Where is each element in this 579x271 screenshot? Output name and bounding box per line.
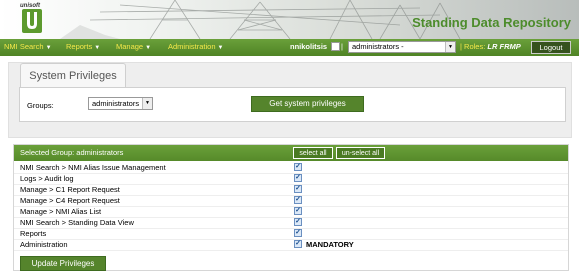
nav-manage-label: Manage [116, 42, 144, 51]
nav-nmi-search-label: NMI Search [4, 42, 44, 51]
edit-profile-icon[interactable] [331, 42, 340, 51]
get-system-privileges-button[interactable]: Get system privileges [251, 96, 364, 112]
privileges-table-header: Selected Group: administrators select al… [14, 145, 568, 161]
privilege-name: Manage > NMI Alias List [20, 207, 102, 216]
privilege-name: Manage > C1 Report Request [20, 185, 120, 194]
privilege-name: NMI Search > NMI Alias Issue Management [20, 163, 166, 172]
chevron-down-icon: ▼ [45, 45, 52, 51]
selected-group-title: Selected Group: administrators [20, 148, 124, 157]
privilege-checkbox[interactable]: ✓ [294, 229, 302, 237]
group-filter-box: Groups: administrators ▼ Get system priv… [19, 87, 566, 122]
privilege-row: Administration ✓ MANDATORY [14, 239, 568, 251]
nav-separator: | [341, 42, 343, 51]
logout-button[interactable]: Logout [531, 41, 571, 54]
app-title: Standing Data Repository [412, 15, 571, 30]
unisoft-logo: unisoft [20, 3, 46, 35]
privileges-table: Selected Group: administrators select al… [13, 144, 569, 271]
privilege-checkbox[interactable]: ✓ [294, 174, 302, 182]
username: nnikolitsis [290, 42, 328, 51]
privilege-name: Reports [20, 229, 47, 238]
select-arrow-icon: ▼ [445, 42, 455, 52]
app-header: unisoft Standing Data Repository [0, 0, 579, 39]
nav-manage[interactable]: Manage ▼ [116, 42, 151, 51]
user-group-value: administrators - [352, 42, 404, 51]
privilege-name: Logs > Audit log [20, 174, 74, 183]
chevron-down-icon: ▼ [217, 45, 224, 51]
privilege-name: Administration [20, 240, 68, 249]
tab-system-privileges[interactable]: System Privileges [20, 63, 126, 88]
system-privileges-panel: System Privileges Groups: administrators… [8, 62, 572, 138]
groups-select-value: administrators [92, 99, 140, 108]
nav-administration[interactable]: Administration ▼ [168, 42, 223, 51]
nav-reports[interactable]: Reports ▼ [66, 42, 100, 51]
privilege-checkbox[interactable]: ✓ [294, 196, 302, 204]
chevron-down-icon: ▼ [145, 45, 152, 51]
nav-reports-label: Reports [66, 42, 93, 51]
logo-u-icon [22, 9, 42, 33]
user-group-select[interactable]: administrators - ▼ [348, 41, 456, 53]
groups-select[interactable]: administrators ▼ [88, 97, 153, 110]
roles-info: | Roles: LR FRMP [460, 42, 521, 51]
mandatory-badge: MANDATORY [306, 240, 354, 249]
roles-label: Roles: [464, 42, 486, 51]
roles-separator: | [460, 42, 462, 51]
unselect-all-button[interactable]: un-select all [336, 147, 385, 159]
privilege-checkbox[interactable]: ✓ [294, 207, 302, 215]
groups-label: Groups: [27, 101, 54, 110]
privilege-name: Manage > C4 Report Request [20, 196, 120, 205]
select-all-button[interactable]: select all [293, 147, 333, 159]
privilege-checkbox[interactable]: ✓ [294, 185, 302, 193]
chevron-down-icon: ▼ [94, 45, 101, 51]
roles-value: LR FRMP [487, 42, 521, 51]
select-arrow-icon: ▼ [142, 98, 152, 109]
nav-nmi-search[interactable]: NMI Search ▼ [4, 42, 52, 51]
privilege-checkbox[interactable]: ✓ [294, 218, 302, 226]
privilege-name: NMI Search > Standing Data View [20, 218, 134, 227]
update-privileges-button[interactable]: Update Privileges [20, 256, 106, 271]
privilege-checkbox[interactable]: ✓ [294, 163, 302, 171]
privilege-checkbox[interactable]: ✓ [294, 240, 302, 248]
main-nav: NMI Search ▼ Reports ▼ Manage ▼ Administrat… [0, 39, 579, 56]
nav-administration-label: Administration [168, 42, 216, 51]
